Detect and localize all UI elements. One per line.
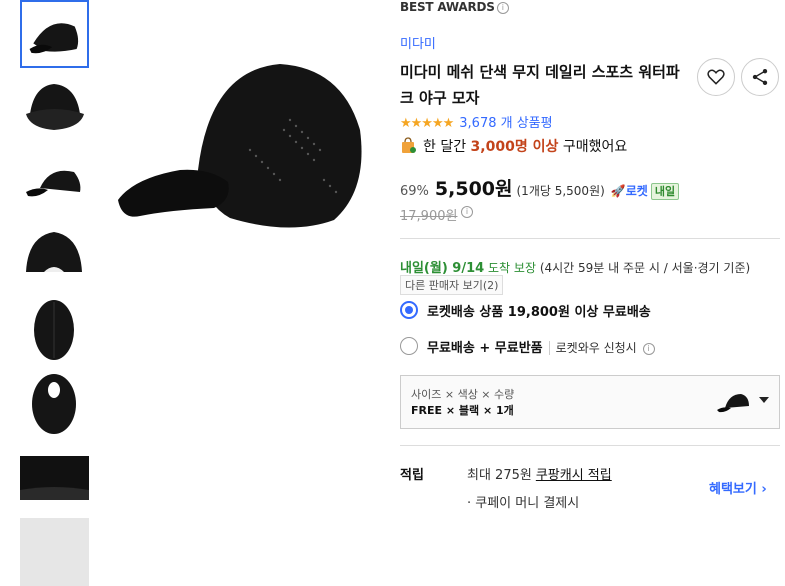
cap-image (20, 518, 89, 586)
divider (400, 445, 780, 446)
thumbnail-6[interactable] (20, 370, 89, 438)
discount-rate: 69% (400, 184, 429, 199)
cap-image (20, 456, 89, 500)
delivery-detail: (4시간 59분 내 주문 시 / 서울·경기 기준) (539, 261, 751, 275)
thumbnail-5[interactable] (20, 296, 89, 364)
cap-image (26, 232, 82, 272)
brand-link[interactable]: 미다미 (400, 33, 436, 52)
original-price: 17,900원 (400, 209, 458, 224)
thumbnail-1[interactable] (20, 0, 89, 68)
delivery-info: 내일(월) 9/14 도착 보장 (4시간 59분 내 주문 시 / 서울·경기… (400, 257, 750, 276)
cap-image (26, 84, 84, 130)
rocketwow-note: 로켓와우 신청시 (555, 341, 637, 355)
cap-image (26, 170, 81, 197)
other-sellers-button[interactable]: 다른 판매자 보기(2) (400, 275, 504, 295)
price-info-icon[interactable]: i (461, 206, 473, 218)
best-awards-label: BEST AWARDS i (400, 0, 509, 14)
option-select[interactable]: 사이즈 × 색상 × 수량 FREE × 블랙 × 1개 (400, 375, 780, 429)
thumbnail-3[interactable] (20, 148, 89, 216)
monthly-purchase-row: 한 달간 3,000명 이상 구매했어요 (400, 136, 627, 156)
cap-image (32, 374, 76, 434)
chevron-down-icon (759, 397, 769, 403)
divider (400, 238, 780, 239)
shipping-option-rocket[interactable]: 로켓배송 상품 19,800원 이상 무료배송 (427, 301, 651, 320)
benefit-label: 적립 (400, 468, 424, 483)
option-select-value: FREE × 블랙 × 1개 (411, 404, 514, 417)
share-icon (752, 69, 768, 85)
option-select-label: 사이즈 × 색상 × 수량 (411, 388, 515, 401)
heart-icon (707, 69, 725, 85)
shopping-bag-icon (402, 137, 416, 153)
coupang-cash-link[interactable]: 쿠팡캐시 적립 (536, 468, 612, 483)
wishlist-button[interactable] (697, 58, 735, 96)
info-icon[interactable]: i (496, 2, 509, 14)
price-row: 69% 5,500원 (1개당 5,500원) 🚀로켓 내일 (400, 174, 680, 201)
thumbnail-8[interactable] (20, 518, 89, 586)
sale-price: 5,500원 (434, 178, 513, 200)
share-button[interactable] (741, 58, 779, 96)
cash-amount: 최대 275원 (467, 468, 532, 483)
cap-option-image (717, 394, 749, 413)
main-product-image (110, 40, 370, 240)
tomorrow-badge: 내일 (650, 183, 680, 200)
view-benefits-link[interactable]: 혜택보기 › (709, 478, 767, 497)
monthly-suffix: 구매했어요 (562, 139, 628, 155)
monthly-prefix: 한 달간 (423, 139, 467, 155)
free-shipping-label: 무료배송 + 무료반품 (427, 341, 543, 356)
cash-benefit: 최대 275원 쿠팡캐시 적립 (467, 464, 612, 483)
info-icon[interactable]: i (642, 343, 655, 355)
thumbnail-4[interactable] (20, 222, 89, 290)
award-text: BEST AWARDS (400, 0, 495, 14)
shipping-radio-rocket[interactable] (400, 301, 418, 319)
cap-image (29, 23, 79, 54)
rating-row[interactable]: ★★★★★ 3,678 개 상품평 (400, 112, 553, 131)
star-rating: ★★★★★ (400, 116, 454, 131)
coupay-benefit: · 쿠페이 머니 결제시 (467, 496, 580, 511)
thumbnail-2[interactable] (20, 74, 89, 142)
review-count-link[interactable]: 3,678 개 상품평 (459, 116, 552, 131)
rocket-icon: 🚀 (610, 184, 626, 198)
shipping-option-free[interactable]: 무료배송 + 무료반품 로켓와우 신청시 i (427, 337, 655, 356)
unit-price: (1개당 5,500원) (516, 184, 605, 198)
delivery-date: 내일(월) 9/14 (400, 261, 485, 276)
rocket-label: 로켓 (625, 184, 648, 198)
monthly-count: 3,000명 이상 (470, 139, 559, 155)
cap-image (34, 300, 74, 360)
product-title: 미다미 메쉬 단색 무지 데일리 스포츠 워터파크 야구 모자 (400, 63, 680, 107)
thumbnail-7[interactable] (20, 444, 89, 512)
shipping-radio-free[interactable] (400, 337, 418, 355)
delivery-guarantee: 도착 보장 (488, 261, 536, 275)
